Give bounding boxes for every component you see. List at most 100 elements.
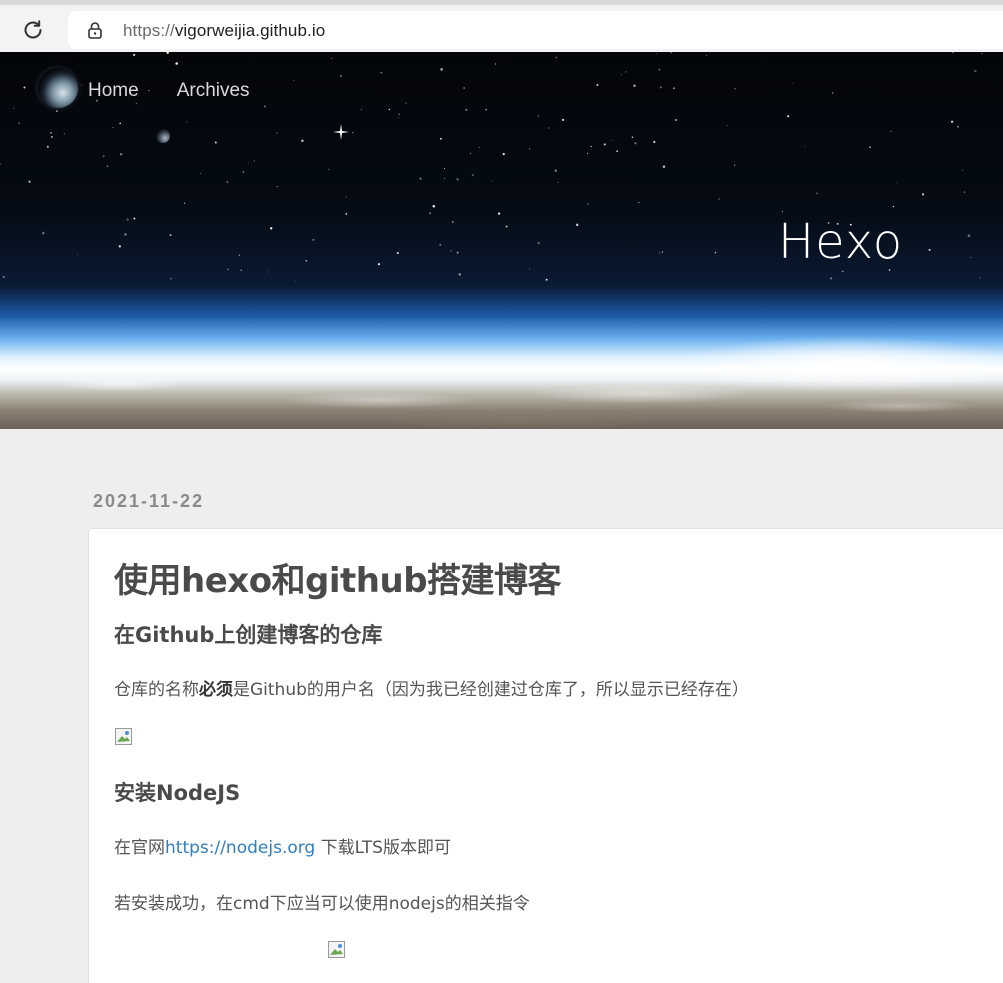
- star: [0, 163, 1, 165]
- star: [133, 53, 136, 56]
- star: [896, 182, 898, 184]
- star: [12, 107, 15, 109]
- star: [890, 130, 892, 132]
- star: [50, 132, 52, 134]
- nodejs-link[interactable]: https://nodejs.org: [165, 838, 315, 858]
- star: [360, 108, 363, 111]
- star: [126, 218, 129, 221]
- star: [928, 248, 931, 251]
- star: [674, 118, 678, 122]
- star: [305, 259, 308, 262]
- star: [494, 63, 497, 65]
- star: [655, 53, 657, 55]
- star: [405, 102, 407, 105]
- broken-image-icon: [328, 941, 345, 958]
- star: [168, 60, 170, 62]
- paragraph-nodejs-download: 在官网https://nodejs.org 下载LTS版本即可: [114, 833, 451, 858]
- post-title[interactable]: 使用hexo和github搭建博客: [114, 553, 562, 602]
- star: [238, 254, 241, 257]
- star: [979, 277, 981, 279]
- star: [388, 108, 390, 111]
- post-date: 2021-11-22: [93, 491, 205, 511]
- star: [638, 202, 640, 204]
- star: [186, 121, 188, 123]
- star: [554, 169, 557, 172]
- star: [102, 155, 105, 158]
- star: [491, 180, 493, 182]
- nav-home-link[interactable]: Home: [88, 80, 139, 102]
- star: [380, 71, 383, 74]
- star: [331, 57, 333, 59]
- section-heading-install-nodejs: 安装NodeJS: [114, 781, 241, 805]
- star: [458, 273, 461, 276]
- star: [452, 221, 454, 223]
- star: [726, 125, 728, 127]
- moon-logo-icon[interactable]: [38, 68, 78, 108]
- star: [345, 196, 347, 198]
- star: [170, 277, 172, 280]
- star: [485, 108, 487, 111]
- star: [169, 234, 172, 237]
- browser-toolbar: https://vigorweijia.github.io: [0, 0, 1003, 52]
- url-text[interactable]: https://vigorweijia.github.io: [123, 21, 325, 41]
- paragraph-nodejs-verify: 若安装成功，在cmd下应当可以使用nodejs的相关指令: [114, 894, 530, 914]
- star: [831, 92, 834, 94]
- star: [670, 52, 672, 54]
- star: [634, 142, 637, 145]
- star: [561, 118, 565, 122]
- star: [183, 202, 186, 204]
- star: [135, 102, 138, 105]
- star: [505, 225, 508, 228]
- star: [661, 251, 663, 253]
- star: [892, 205, 895, 208]
- section-heading-create-repo: 在Github上创建博客的仓库: [114, 623, 383, 647]
- star: [545, 278, 548, 281]
- star: [398, 116, 400, 118]
- para-text: 仓库的名称: [114, 680, 199, 700]
- star: [294, 281, 296, 283]
- star: [658, 252, 661, 254]
- star: [587, 153, 588, 154]
- nav-archives-link[interactable]: Archives: [177, 80, 250, 102]
- star: [439, 243, 442, 246]
- star: [830, 277, 833, 280]
- star: [112, 127, 114, 128]
- address-bar[interactable]: https://vigorweijia.github.io: [68, 11, 1003, 49]
- star: [200, 172, 202, 175]
- star: [587, 203, 590, 205]
- star: [419, 177, 422, 180]
- star: [106, 165, 109, 167]
- lock-icon[interactable]: [86, 21, 104, 39]
- star: [673, 87, 675, 90]
- star: [46, 145, 49, 148]
- star: [396, 252, 399, 255]
- star: [270, 227, 273, 230]
- star: [339, 75, 343, 78]
- star: [465, 108, 468, 111]
- earth-clouds: [0, 364, 1003, 429]
- para-text: 是Github的用户名（因为我已经创建过仓库了，所以显示已经存在）: [233, 680, 749, 700]
- star: [352, 132, 354, 133]
- para-bold-text: 必须: [199, 680, 233, 700]
- star: [301, 139, 304, 143]
- star: [792, 82, 794, 84]
- star: [276, 132, 278, 134]
- star: [804, 146, 806, 148]
- star: [662, 165, 666, 168]
- star: [497, 212, 501, 215]
- star: [921, 193, 925, 196]
- star: [974, 69, 977, 73]
- star: [345, 213, 348, 215]
- star: [961, 169, 963, 171]
- star: [443, 177, 445, 179]
- reload-icon[interactable]: [18, 15, 48, 45]
- star: [450, 249, 453, 252]
- star: [377, 263, 380, 266]
- star: [118, 245, 121, 248]
- star: [23, 86, 26, 89]
- star: [548, 127, 550, 129]
- star: [555, 56, 557, 59]
- star: [63, 133, 65, 135]
- site-title: Hexo: [778, 214, 904, 270]
- star: [502, 152, 505, 156]
